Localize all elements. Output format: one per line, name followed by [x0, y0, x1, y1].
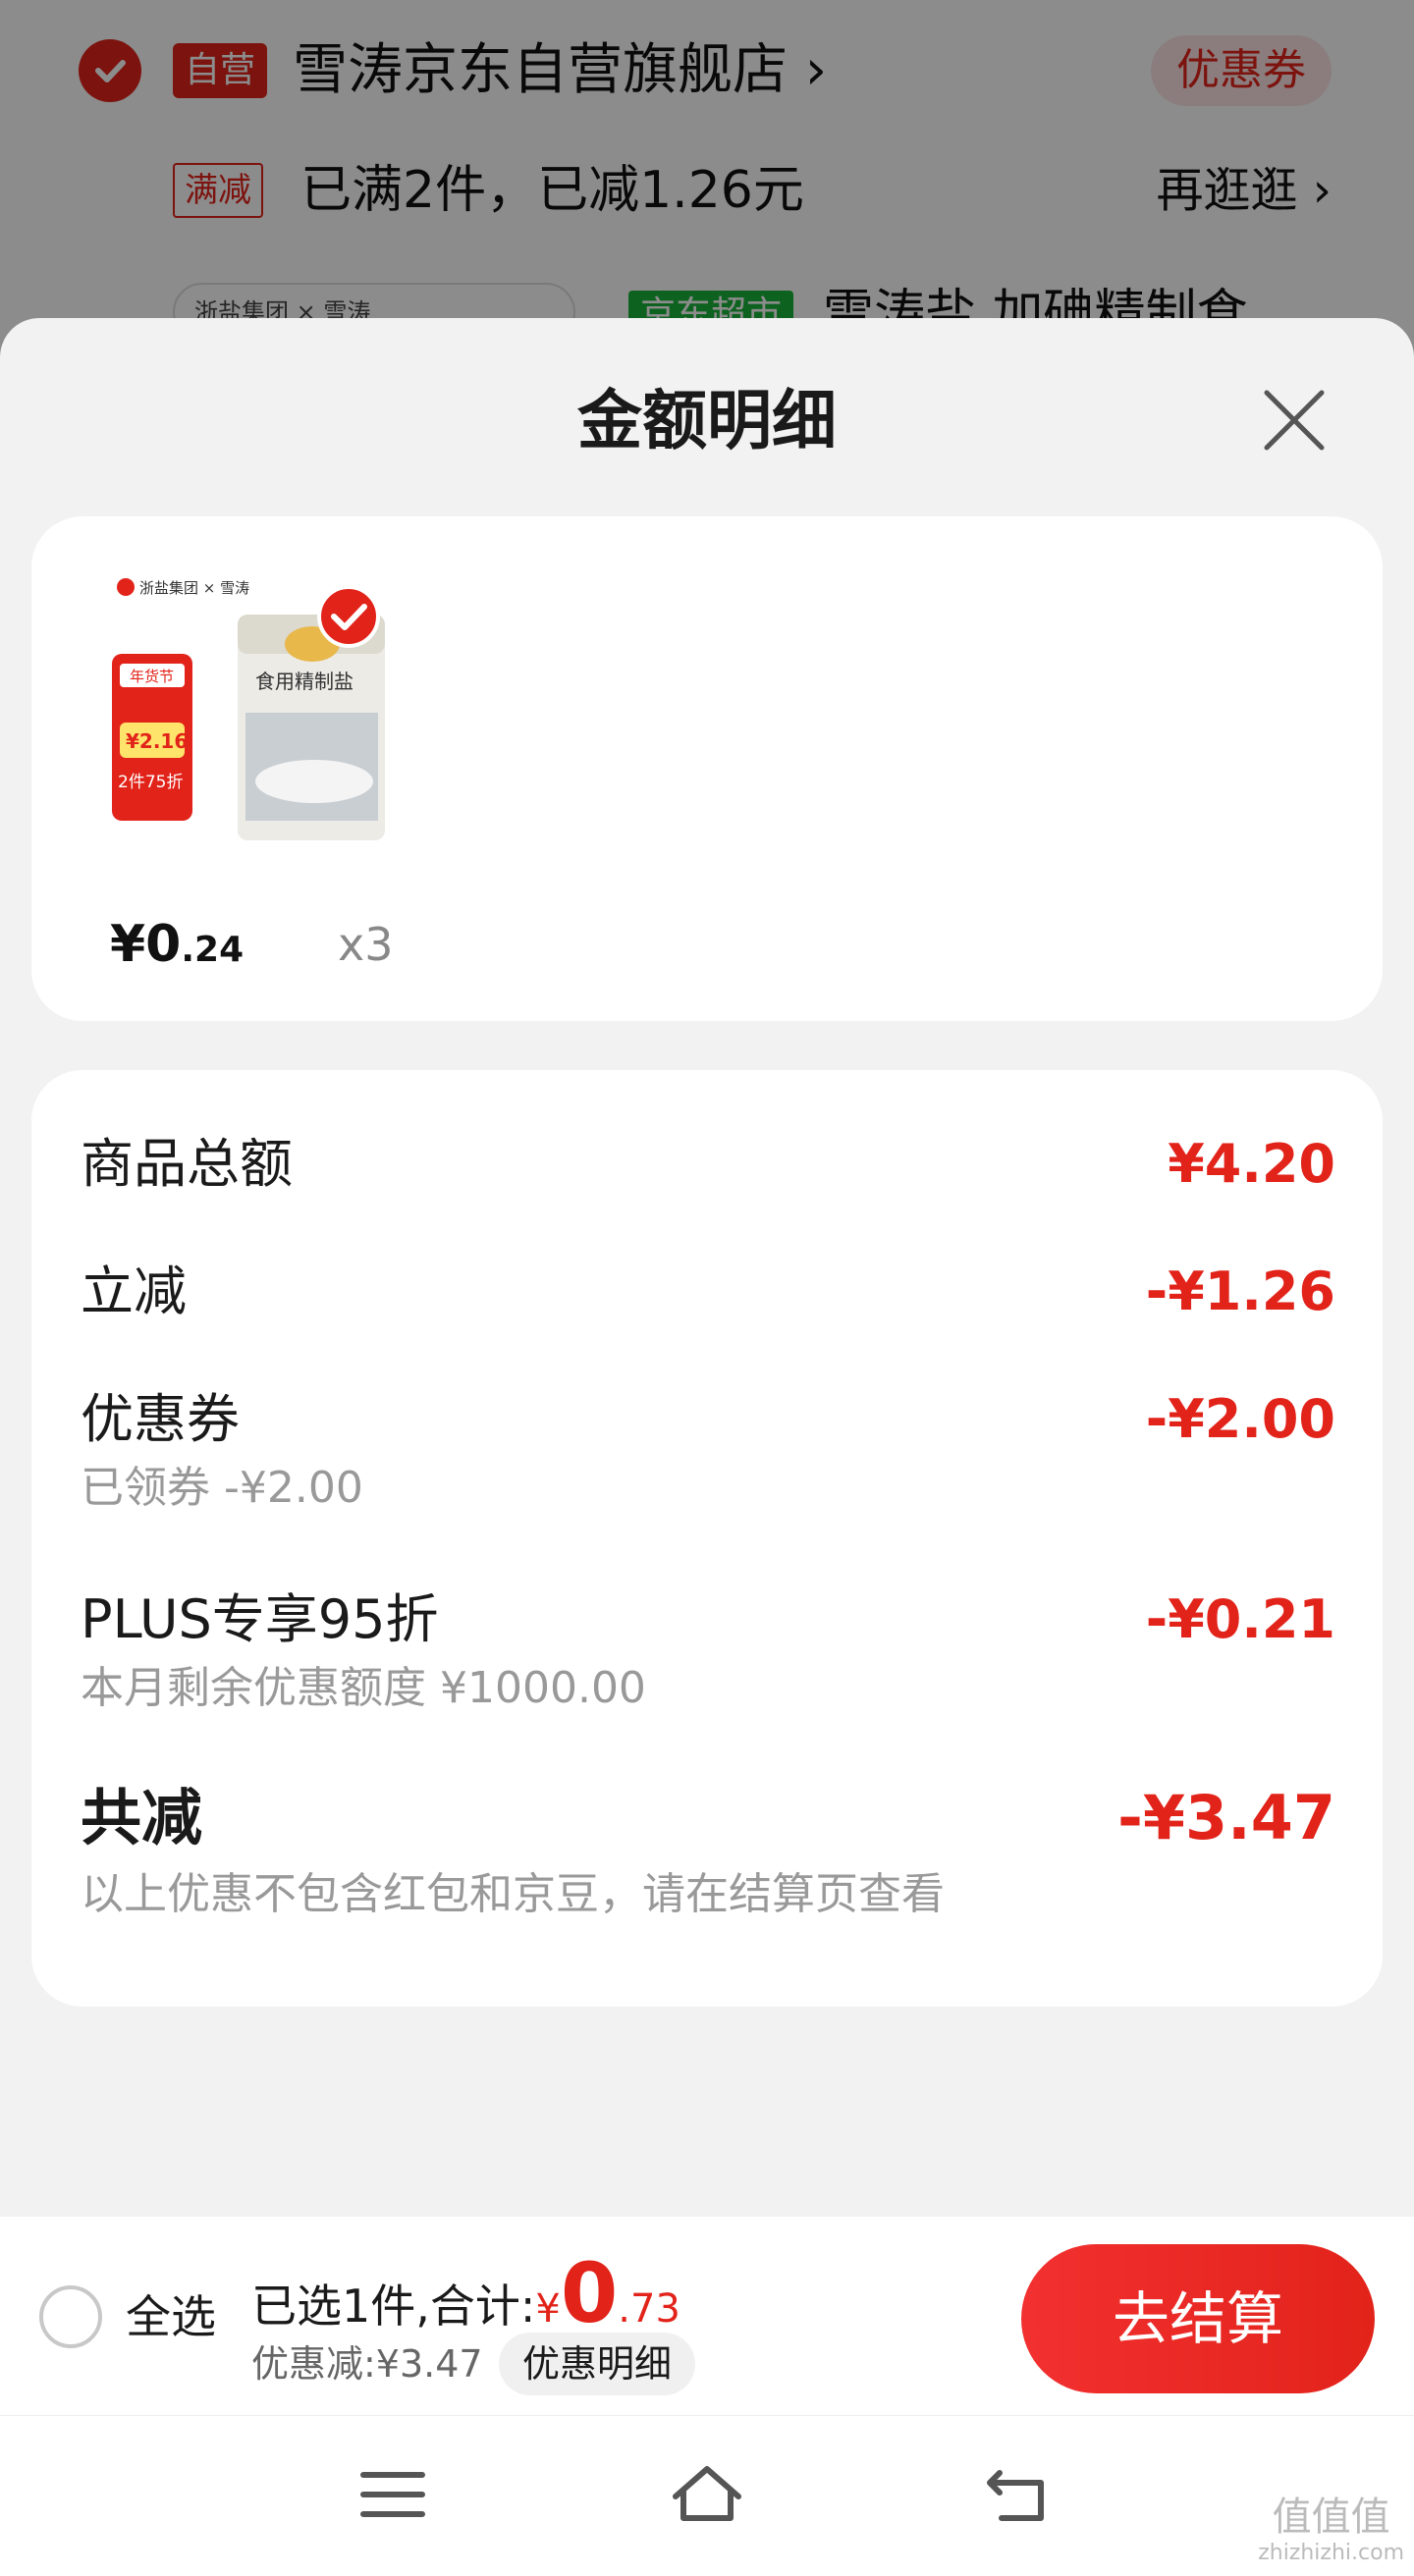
close-icon — [1264, 390, 1325, 451]
instant-discount-label: 立减 — [81, 1261, 187, 1322]
coupon-amount: -¥2.00 — [1145, 1388, 1335, 1450]
selected-count-text: 已选1件,合计: — [251, 2280, 536, 2333]
plus-discount-amount: -¥0.21 — [1145, 1588, 1335, 1650]
total-discount-note: 以上优惠不包含红包和京豆，请在结算页查看 — [81, 1869, 945, 1919]
product-quantity: x3 — [338, 918, 394, 971]
coupon-label: 优惠券 — [81, 1388, 240, 1450]
product-image[interactable]: 浙盐集团 × 雪涛 食用精制盐 年货节 ¥2.16 2件75折 — [108, 565, 393, 850]
subtotal-amount: ¥4.20 — [1168, 1133, 1335, 1195]
image-price-text: ¥2.16 — [126, 729, 188, 753]
home-icon[interactable] — [668, 2455, 746, 2534]
system-nav-bar — [0, 2415, 1414, 2576]
close-button[interactable] — [1257, 383, 1332, 457]
total-discount-amount: -¥3.47 — [1117, 1782, 1335, 1853]
plus-quota-text: 本月剩余优惠额度 ¥1000.00 — [81, 1663, 646, 1713]
image-brand-text: 浙盐集团 × 雪涛 — [139, 579, 249, 597]
checkout-button[interactable]: 去结算 — [1021, 2244, 1375, 2393]
total-decimal: .73 — [618, 2286, 680, 2332]
select-all-label[interactable]: 全选 — [126, 2285, 216, 2348]
total-currency: ¥ — [535, 2286, 561, 2332]
amount-breakdown-card: 商品总额 ¥4.20 立减 -¥1.26 优惠券 -¥2.00 已领券 -¥2.… — [31, 1070, 1383, 2007]
coupon-sub-text: 已领券 -¥2.00 — [81, 1463, 363, 1513]
sheet-title: 金额明细 — [577, 383, 837, 458]
back-icon[interactable] — [982, 2455, 1060, 2534]
image-bag-label: 食用精制盐 — [255, 670, 354, 693]
product-price: ¥0.24 — [110, 915, 245, 974]
instant-discount-amount: -¥1.26 — [1145, 1261, 1335, 1322]
checkout-bar: 全选 已选1件,合计:¥0.73 优惠减:¥3.47 优惠明细 去结算 — [0, 2217, 1414, 2415]
image-festival-text: 年货节 — [130, 668, 174, 685]
select-all-radio[interactable] — [39, 2285, 102, 2348]
discount-summary: 优惠减:¥3.47 — [251, 2342, 483, 2386]
total-integer: 0 — [560, 2245, 619, 2341]
discount-detail-button[interactable]: 优惠明细 — [499, 2333, 696, 2395]
watermark: 值值值 zhizhizhi.com — [1258, 2495, 1404, 2565]
product-card: 浙盐集团 × 雪涛 食用精制盐 年货节 ¥2.16 2件75折 ¥0.24 x3 — [31, 516, 1383, 1021]
total-discount-label: 共减 — [81, 1782, 203, 1853]
menu-icon[interactable] — [354, 2455, 432, 2534]
image-discount-text: 2件75折 — [118, 773, 183, 792]
subtotal-label: 商品总额 — [81, 1133, 293, 1195]
plus-discount-label: PLUS专享95折 — [81, 1588, 439, 1650]
